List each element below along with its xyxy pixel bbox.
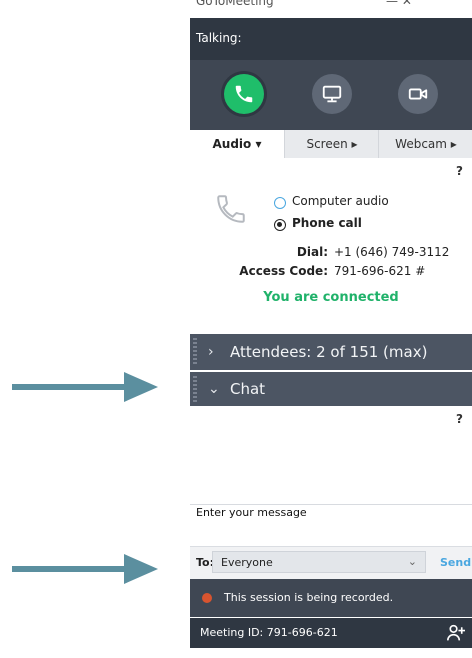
access-code-value: 791-696-621 # <box>334 264 426 278</box>
phone-handset-icon <box>217 195 245 223</box>
window-title: GoToMeeting <box>196 0 274 8</box>
chat-message-input[interactable] <box>190 520 472 544</box>
computer-audio-label[interactable]: Computer audio <box>292 194 389 208</box>
attendees-section-header[interactable]: › Attendees: 2 of 151 (max) <box>190 334 472 370</box>
phone-icon <box>235 85 253 103</box>
recipient-select[interactable]: Everyone ⌄ <box>212 551 426 573</box>
recording-bar: This session is being recorded. <box>190 579 472 617</box>
send-button[interactable]: Send <box>440 556 471 569</box>
tab-webcam[interactable]: Webcam ▸ <box>378 130 472 158</box>
recipient-row: To: Everyone ⌄ Send <box>190 546 472 579</box>
divider <box>190 504 472 505</box>
meeting-id-bar: Meeting ID: 791-696-621 <box>190 618 472 648</box>
access-code-label: Access Code: <box>239 264 328 278</box>
meeting-control-panel: GoToMeeting — ✕ Talking: Audio ▾ Screen … <box>190 0 472 658</box>
window-controls[interactable]: — ✕ <box>386 0 412 8</box>
computer-audio-radio[interactable] <box>274 197 286 209</box>
meeting-id: Meeting ID: 791-696-621 <box>200 626 338 639</box>
window-titlebar: GoToMeeting — ✕ <box>190 0 472 12</box>
talking-label: Talking: <box>196 31 242 45</box>
webcam-button[interactable] <box>398 74 438 114</box>
message-label: Enter your message <box>196 506 307 519</box>
phone-call-label[interactable]: Phone call <box>292 216 362 230</box>
chevron-down-icon: ⌄ <box>407 555 417 568</box>
dial-label: Dial: <box>296 245 328 259</box>
attendees-label: Attendees: 2 of 151 (max) <box>230 343 428 361</box>
annotation-arrow-chat <box>12 372 158 402</box>
connection-status: You are connected <box>263 290 399 305</box>
dial-number: +1 (646) 749-3112 <box>334 245 450 259</box>
audio-help-button[interactable]: ? <box>456 164 463 178</box>
recording-text: This session is being recorded. <box>224 591 394 604</box>
video-camera-icon <box>408 88 428 100</box>
chevron-right-icon: › <box>208 344 214 360</box>
phone-call-radio[interactable] <box>274 219 286 231</box>
media-toolbar <box>190 60 472 130</box>
add-person-icon[interactable] <box>446 624 466 642</box>
chat-help-button[interactable]: ? <box>456 412 463 426</box>
chevron-down-icon: ⌄ <box>208 381 220 397</box>
drag-grip[interactable] <box>193 376 197 402</box>
screen-share-button[interactable] <box>312 74 352 114</box>
tab-audio[interactable]: Audio ▾ <box>190 130 284 158</box>
tab-screen[interactable]: Screen ▸ <box>284 130 379 158</box>
recording-dot-icon <box>202 593 212 603</box>
monitor-icon <box>322 85 342 103</box>
chat-label: Chat <box>230 380 266 398</box>
recipient-value: Everyone <box>221 556 273 569</box>
talking-bar: Talking: <box>190 18 472 60</box>
phone-button[interactable] <box>224 74 264 114</box>
annotation-arrow-to-selector <box>12 554 158 584</box>
drag-grip[interactable] <box>193 338 197 366</box>
media-tabs: Audio ▾ Screen ▸ Webcam ▸ <box>190 130 472 158</box>
chat-section-header[interactable]: ⌄ Chat <box>190 372 472 406</box>
